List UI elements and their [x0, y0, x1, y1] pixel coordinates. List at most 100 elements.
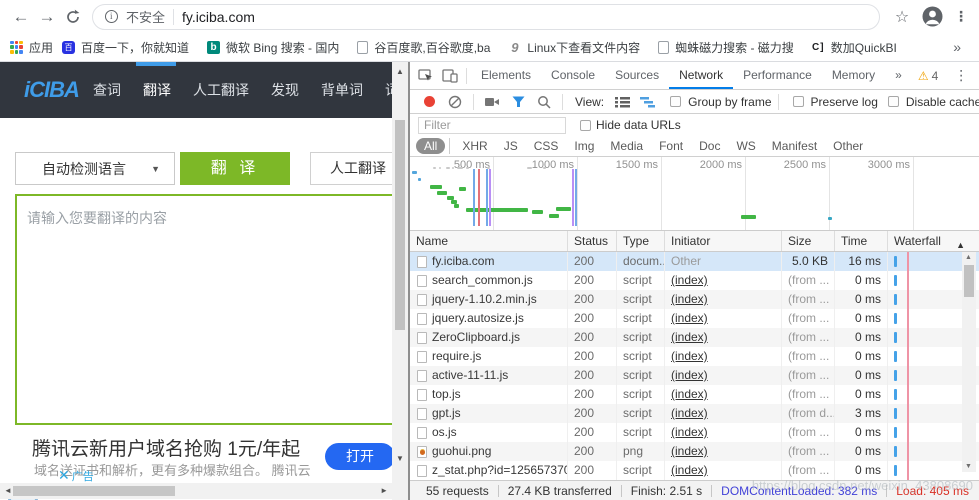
- bookmark-item[interactable]: 数加QuickBI: [812, 39, 897, 56]
- table-scroll-up-icon[interactable]: ▲: [965, 254, 972, 261]
- table-scrollbar[interactable]: ▲ ▼: [962, 252, 976, 472]
- horizontal-scroll-thumb[interactable]: [13, 486, 175, 496]
- devtools-tab[interactable]: Performance: [733, 62, 822, 89]
- request-name-cell[interactable]: ZeroClipboard.js: [410, 328, 568, 347]
- table-row[interactable]: search_common.js 200 script (index) (fro…: [410, 271, 979, 290]
- request-name-cell[interactable]: z_stat.php?id=1256573702&w...: [410, 461, 568, 480]
- table-row[interactable]: jquery-1.10.2.min.js 200 script (index) …: [410, 290, 979, 309]
- initiator-cell[interactable]: (index): [665, 404, 782, 423]
- initiator-cell[interactable]: (index): [665, 385, 782, 404]
- filter-input[interactable]: [418, 116, 566, 134]
- request-name-cell[interactable]: gpt.js: [410, 404, 568, 423]
- search-icon[interactable]: [532, 91, 556, 113]
- devtools-menu-icon[interactable]: ⋮: [946, 67, 976, 84]
- column-header[interactable]: Status: [568, 231, 617, 251]
- clear-icon[interactable]: [448, 95, 462, 109]
- initiator-cell[interactable]: (index): [665, 309, 782, 328]
- bookmark-item[interactable]: 百度一下，你就知道: [62, 39, 189, 56]
- table-row[interactable]: active-11-11.js 200 script (index) (from…: [410, 366, 979, 385]
- vertical-scrollbar[interactable]: ▲ ▼: [392, 62, 408, 500]
- ad-open-button[interactable]: 打开: [325, 443, 392, 470]
- table-row[interactable]: fy.iciba.com 200 docum... Other 5.0 KB 1…: [410, 252, 979, 271]
- devtools-tab[interactable]: Network: [669, 62, 733, 89]
- column-header[interactable]: Initiator: [665, 231, 782, 251]
- record-button[interactable]: [424, 96, 435, 107]
- scroll-down-icon[interactable]: ▼: [396, 454, 404, 463]
- site-logo[interactable]: iCIBA: [24, 77, 80, 103]
- site-nav-item[interactable]: 人工翻译: [182, 62, 260, 118]
- filter-funnel-icon[interactable]: [506, 91, 530, 113]
- initiator-cell[interactable]: (index): [665, 423, 782, 442]
- table-row[interactable]: ZeroClipboard.js 200 script (index) (fro…: [410, 328, 979, 347]
- type-filter[interactable]: Img: [566, 138, 602, 154]
- ad-close-icon[interactable]: ✕: [58, 467, 70, 484]
- bookmark-item[interactable]: Linux下查看文件内容: [508, 39, 640, 56]
- request-name-cell[interactable]: fy.iciba.com: [410, 252, 568, 271]
- table-row[interactable]: top.js 200 script (index) (from ... 0 ms: [410, 385, 979, 404]
- initiator-cell[interactable]: (index): [665, 347, 782, 366]
- vertical-scroll-thumb[interactable]: [395, 120, 405, 330]
- type-filter[interactable]: Other: [825, 138, 871, 154]
- table-row[interactable]: jquery.autosize.js 200 script (index) (f…: [410, 309, 979, 328]
- initiator-cell[interactable]: (index): [665, 290, 782, 309]
- site-nav-item[interactable]: 词霸下载: [374, 62, 392, 118]
- network-overview-timeline[interactable]: 500 ms 1000 ms 1500 ms 2000 ms 2500 ms 3000 m…: [410, 157, 979, 231]
- initiator-cell[interactable]: (index): [665, 366, 782, 385]
- devtools-tab[interactable]: »: [885, 62, 912, 89]
- human-translate-button[interactable]: 人工翻译: [310, 152, 392, 185]
- table-row[interactable]: os.js 200 script (index) (from ... 0 ms: [410, 423, 979, 442]
- type-filter[interactable]: Doc: [691, 138, 728, 154]
- bookmark-item[interactable]: 微软 Bing 搜索 - 国内: [207, 39, 339, 56]
- type-filter[interactable]: All: [416, 138, 446, 154]
- preserve-log-checkbox[interactable]: [792, 96, 804, 107]
- request-name-cell[interactable]: jquery.autosize.js: [410, 309, 568, 328]
- request-name-cell[interactable]: top.js: [410, 385, 568, 404]
- type-filter[interactable]: Media: [602, 138, 651, 154]
- devtools-tab[interactable]: Sources: [605, 62, 669, 89]
- table-scroll-thumb[interactable]: [964, 265, 974, 297]
- browser-menu-icon[interactable]: ⋮: [951, 8, 971, 25]
- request-name-cell[interactable]: os.js: [410, 423, 568, 442]
- column-header[interactable]: Time: [835, 231, 888, 251]
- ad-tag[interactable]: ✕ 广告: [58, 467, 94, 484]
- apps-label[interactable]: 应用: [29, 39, 53, 56]
- initiator-cell[interactable]: (index): [665, 328, 782, 347]
- column-header[interactable]: Size: [782, 231, 835, 251]
- request-name-cell[interactable]: search_common.js: [410, 271, 568, 290]
- initiator-cell[interactable]: Other: [665, 252, 782, 271]
- column-header[interactable]: Waterfall: [888, 231, 979, 251]
- forward-icon[interactable]: →: [34, 4, 60, 30]
- bookmarks-overflow-chevron[interactable]: »: [945, 39, 969, 55]
- type-filter[interactable]: WS: [728, 138, 763, 154]
- column-header[interactable]: Type: [617, 231, 665, 251]
- bookmark-star-icon[interactable]: ☆: [890, 7, 914, 27]
- table-scroll-down-icon[interactable]: ▼: [965, 463, 972, 470]
- scroll-up-icon[interactable]: ▲: [396, 67, 404, 76]
- table-row[interactable]: gpt.js 200 script (index) (from d... 3 m…: [410, 404, 979, 423]
- scroll-left-icon[interactable]: ◄: [4, 486, 12, 495]
- type-filter[interactable]: CSS: [526, 138, 567, 154]
- group-by-frame-checkbox[interactable]: [670, 96, 682, 107]
- request-name-cell[interactable]: jquery-1.10.2.min.js: [410, 290, 568, 309]
- initiator-cell[interactable]: (index): [665, 442, 782, 461]
- inspect-element-icon[interactable]: [414, 65, 438, 87]
- reload-icon[interactable]: [60, 4, 86, 30]
- column-header[interactable]: Name: [410, 231, 568, 251]
- type-filter[interactable]: JS: [496, 138, 526, 154]
- disable-cache-checkbox[interactable]: [887, 96, 899, 107]
- console-warning-badge[interactable]: ⚠ 4: [912, 69, 944, 83]
- show-overview-icon[interactable]: [636, 91, 660, 113]
- devtools-tab[interactable]: Console: [541, 62, 605, 89]
- site-nav-item[interactable]: 背单词: [310, 62, 374, 118]
- translate-input[interactable]: [15, 194, 392, 425]
- scroll-right-icon[interactable]: ►: [380, 486, 388, 495]
- device-toolbar-icon[interactable]: [438, 65, 462, 87]
- site-info-icon[interactable]: [105, 10, 118, 23]
- screenshot-camera-icon[interactable]: [480, 91, 504, 113]
- site-nav-item[interactable]: 查词: [82, 62, 132, 118]
- table-row[interactable]: require.js 200 script (index) (from ... …: [410, 347, 979, 366]
- profile-avatar-icon[interactable]: [922, 6, 943, 27]
- hide-data-urls-checkbox[interactable]: [580, 119, 591, 131]
- type-filter[interactable]: Font: [651, 138, 691, 154]
- apps-grid-icon[interactable]: [10, 40, 23, 54]
